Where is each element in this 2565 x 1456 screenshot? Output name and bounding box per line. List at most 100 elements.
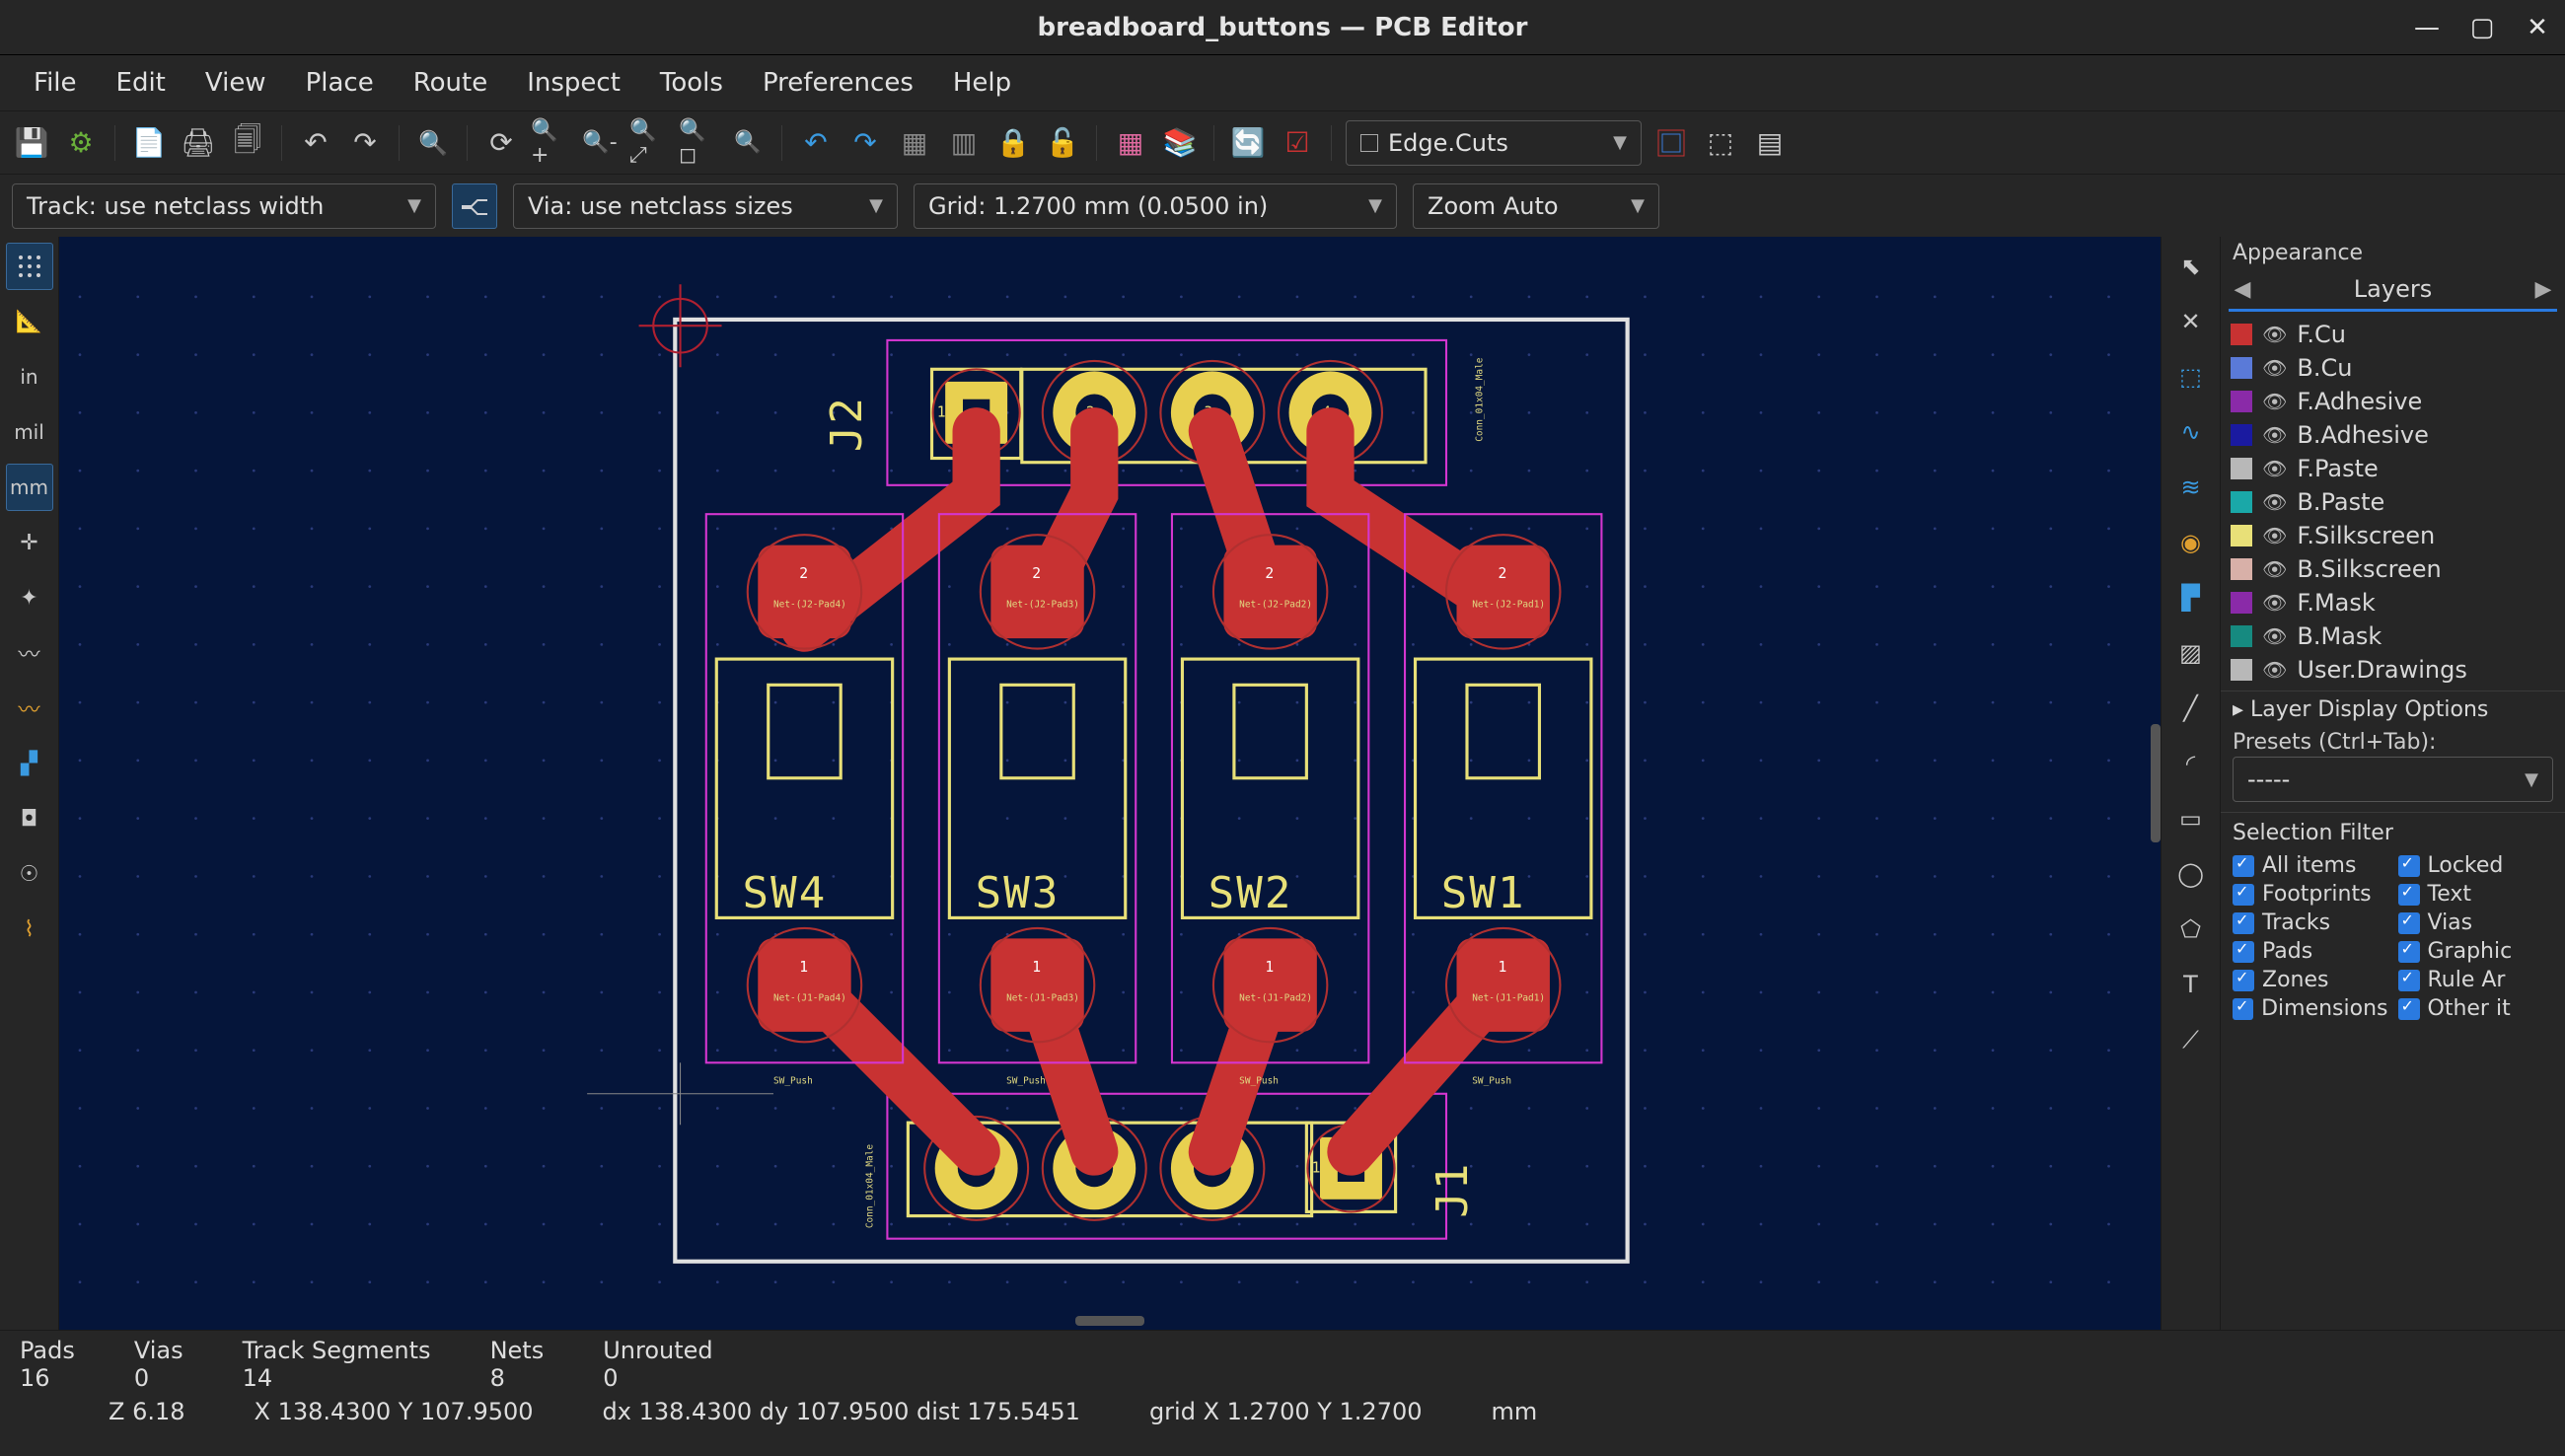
filter-All items[interactable]: All items — [2233, 853, 2388, 878]
panel-tab-prev[interactable]: ◀ — [2229, 277, 2256, 302]
menu-route[interactable]: Route — [396, 62, 505, 104]
layer-row-F.Cu[interactable]: 👁F.Cu — [2231, 318, 2555, 351]
filter-Zones[interactable]: Zones — [2233, 968, 2388, 992]
filter-Vias[interactable]: Vias — [2398, 910, 2554, 935]
layer-row-B.Paste[interactable]: 👁B.Paste — [2231, 485, 2555, 519]
add-text-icon[interactable]: T — [2167, 961, 2215, 1008]
layer-row-B.Silkscreen[interactable]: 👁B.Silkscreen — [2231, 552, 2555, 586]
pcb-canvas[interactable]: J2 1 2 3 — [59, 237, 2161, 1330]
show-grid-toggle[interactable] — [6, 243, 53, 290]
maximize-button[interactable]: ▢ — [2455, 0, 2510, 54]
polar-coords-toggle[interactable]: 📐 — [6, 298, 53, 345]
3d-viewer-icon[interactable]: ⬚ — [1701, 123, 1740, 163]
add-via-icon[interactable]: ◉ — [2167, 519, 2215, 566]
units-mil-toggle[interactable]: mil — [6, 408, 53, 456]
draw-arc-icon[interactable]: ◜ — [2167, 740, 2215, 787]
zoom-fit-icon[interactable]: 🔍⤢ — [629, 123, 669, 163]
presets-dropdown[interactable]: -----▼ — [2233, 757, 2553, 802]
menu-place[interactable]: Place — [288, 62, 392, 104]
visibility-eye-icon[interactable]: 👁 — [2262, 524, 2287, 547]
filter-Other it[interactable]: Other it — [2398, 996, 2554, 1021]
print-icon[interactable]: 🖨 — [179, 123, 218, 163]
highlight-net-icon[interactable]: ✕ — [2167, 298, 2215, 345]
layer-row-B.Adhesive[interactable]: 👁B.Adhesive — [2231, 418, 2555, 452]
panel-tab-next[interactable]: ▶ — [2529, 277, 2557, 302]
filter-Tracks[interactable]: Tracks — [2233, 910, 2388, 935]
select-tool-icon[interactable]: ⬉ — [2167, 243, 2215, 290]
layer-row-F.Adhesive[interactable]: 👁F.Adhesive — [2231, 385, 2555, 418]
board-setup-icon[interactable]: ⚙ — [61, 123, 101, 163]
plot-icon[interactable]: 🗐 — [228, 123, 267, 163]
mirror-v-icon[interactable]: ▥ — [944, 123, 984, 163]
zoom-objects-icon[interactable]: 🔍◻ — [679, 123, 718, 163]
find-icon[interactable]: 🔍 — [413, 123, 453, 163]
visibility-eye-icon[interactable]: 👁 — [2262, 557, 2287, 581]
page-settings-icon[interactable]: 📄 — [129, 123, 169, 163]
visibility-eye-icon[interactable]: 👁 — [2262, 658, 2287, 682]
drc-icon[interactable]: ☑ — [1278, 123, 1317, 163]
vertical-splitter[interactable] — [2151, 724, 2161, 842]
rotate-cw-icon[interactable]: ↷ — [845, 123, 885, 163]
menu-tools[interactable]: Tools — [642, 62, 741, 104]
net-color-toggle[interactable]: 〰 — [6, 685, 53, 732]
grid-dropdown[interactable]: Grid: 1.2700 mm (0.0500 in)▼ — [914, 183, 1397, 229]
filter-Locked[interactable]: Locked — [2398, 853, 2554, 878]
draw-line-icon[interactable]: ╱ — [2167, 685, 2215, 732]
units-mm-toggle[interactable]: mm — [6, 464, 53, 511]
visibility-eye-icon[interactable]: 👁 — [2262, 624, 2287, 648]
scripting-icon[interactable]: ▤ — [1750, 123, 1790, 163]
route-diff-pair-icon[interactable]: ≋ — [2167, 464, 2215, 511]
filter-Rule Ar[interactable]: Rule Ar — [2398, 968, 2554, 992]
layer-row-B.Mask[interactable]: 👁B.Mask — [2231, 619, 2555, 653]
zoom-selection-icon[interactable]: 🔍 — [728, 123, 768, 163]
add-dimension-icon[interactable]: ⟋ — [2167, 1016, 2215, 1063]
lock-icon[interactable]: 🔒 — [993, 123, 1033, 163]
route-track-icon[interactable]: ∿ — [2167, 408, 2215, 456]
visibility-eye-icon[interactable]: 👁 — [2262, 356, 2287, 380]
filter-Dimensions[interactable]: Dimensions — [2233, 996, 2388, 1021]
unlock-icon[interactable]: 🔓 — [1043, 123, 1082, 163]
track-width-dropdown[interactable]: Track: use netclass width▼ — [12, 183, 436, 229]
show-ratsnest-toggle[interactable]: ✦ — [6, 574, 53, 621]
undo-icon[interactable]: ↶ — [296, 123, 335, 163]
pad-outline-toggle[interactable]: ◘ — [6, 795, 53, 842]
zoom-in-icon[interactable]: 🔍+ — [531, 123, 570, 163]
active-layer-dropdown[interactable]: Edge.Cuts ▼ — [1346, 120, 1642, 166]
footprint-editor-icon[interactable]: ▦ — [1111, 123, 1150, 163]
close-button[interactable]: ✕ — [2510, 0, 2565, 54]
menu-inspect[interactable]: Inspect — [509, 62, 638, 104]
bottom-grip[interactable] — [1075, 1316, 1144, 1326]
layer-row-F.Mask[interactable]: 👁F.Mask — [2231, 586, 2555, 619]
full-crosshair-toggle[interactable]: ✛ — [6, 519, 53, 566]
layer-row-B.Cu[interactable]: 👁B.Cu — [2231, 351, 2555, 385]
units-inch-toggle[interactable]: in — [6, 353, 53, 400]
draw-rect-icon[interactable]: ▭ — [2167, 795, 2215, 842]
filter-Pads[interactable]: Pads — [2233, 939, 2388, 964]
menu-edit[interactable]: Edit — [99, 62, 183, 104]
menu-help[interactable]: Help — [935, 62, 1029, 104]
footprint-browser-icon[interactable]: 📚 — [1160, 123, 1200, 163]
track-outline-toggle[interactable]: ⌇ — [6, 906, 53, 953]
filter-Text[interactable]: Text — [2398, 882, 2554, 907]
via-size-dropdown[interactable]: Via: use netclass sizes▼ — [513, 183, 898, 229]
zone-display-toggle[interactable]: ▞ — [6, 740, 53, 787]
menu-file[interactable]: File — [16, 62, 95, 104]
filter-Footprints[interactable]: Footprints — [2233, 882, 2388, 907]
local-ratsnest-icon[interactable]: ⬚ — [2167, 353, 2215, 400]
panel-tab-layers[interactable]: Layers — [2256, 271, 2529, 307]
curved-ratsnest-toggle[interactable]: 〰 — [6, 629, 53, 677]
layer-pair-icon[interactable] — [1651, 123, 1691, 163]
visibility-eye-icon[interactable]: 👁 — [2262, 591, 2287, 615]
visibility-eye-icon[interactable]: 👁 — [2262, 323, 2287, 346]
menu-view[interactable]: View — [187, 62, 284, 104]
draw-polygon-icon[interactable]: ⬠ — [2167, 906, 2215, 953]
add-zone-icon[interactable]: ▛ — [2167, 574, 2215, 621]
mirror-h-icon[interactable]: ▦ — [895, 123, 934, 163]
update-from-schematic-icon[interactable]: 🔄 — [1228, 123, 1268, 163]
redo-icon[interactable]: ↷ — [345, 123, 385, 163]
zoom-dropdown[interactable]: Zoom Auto▼ — [1413, 183, 1659, 229]
layer-display-options[interactable]: ▸ Layer Display Options — [2221, 691, 2565, 728]
add-keepout-icon[interactable]: ▨ — [2167, 629, 2215, 677]
menu-preferences[interactable]: Preferences — [745, 62, 931, 104]
visibility-eye-icon[interactable]: 👁 — [2262, 390, 2287, 413]
